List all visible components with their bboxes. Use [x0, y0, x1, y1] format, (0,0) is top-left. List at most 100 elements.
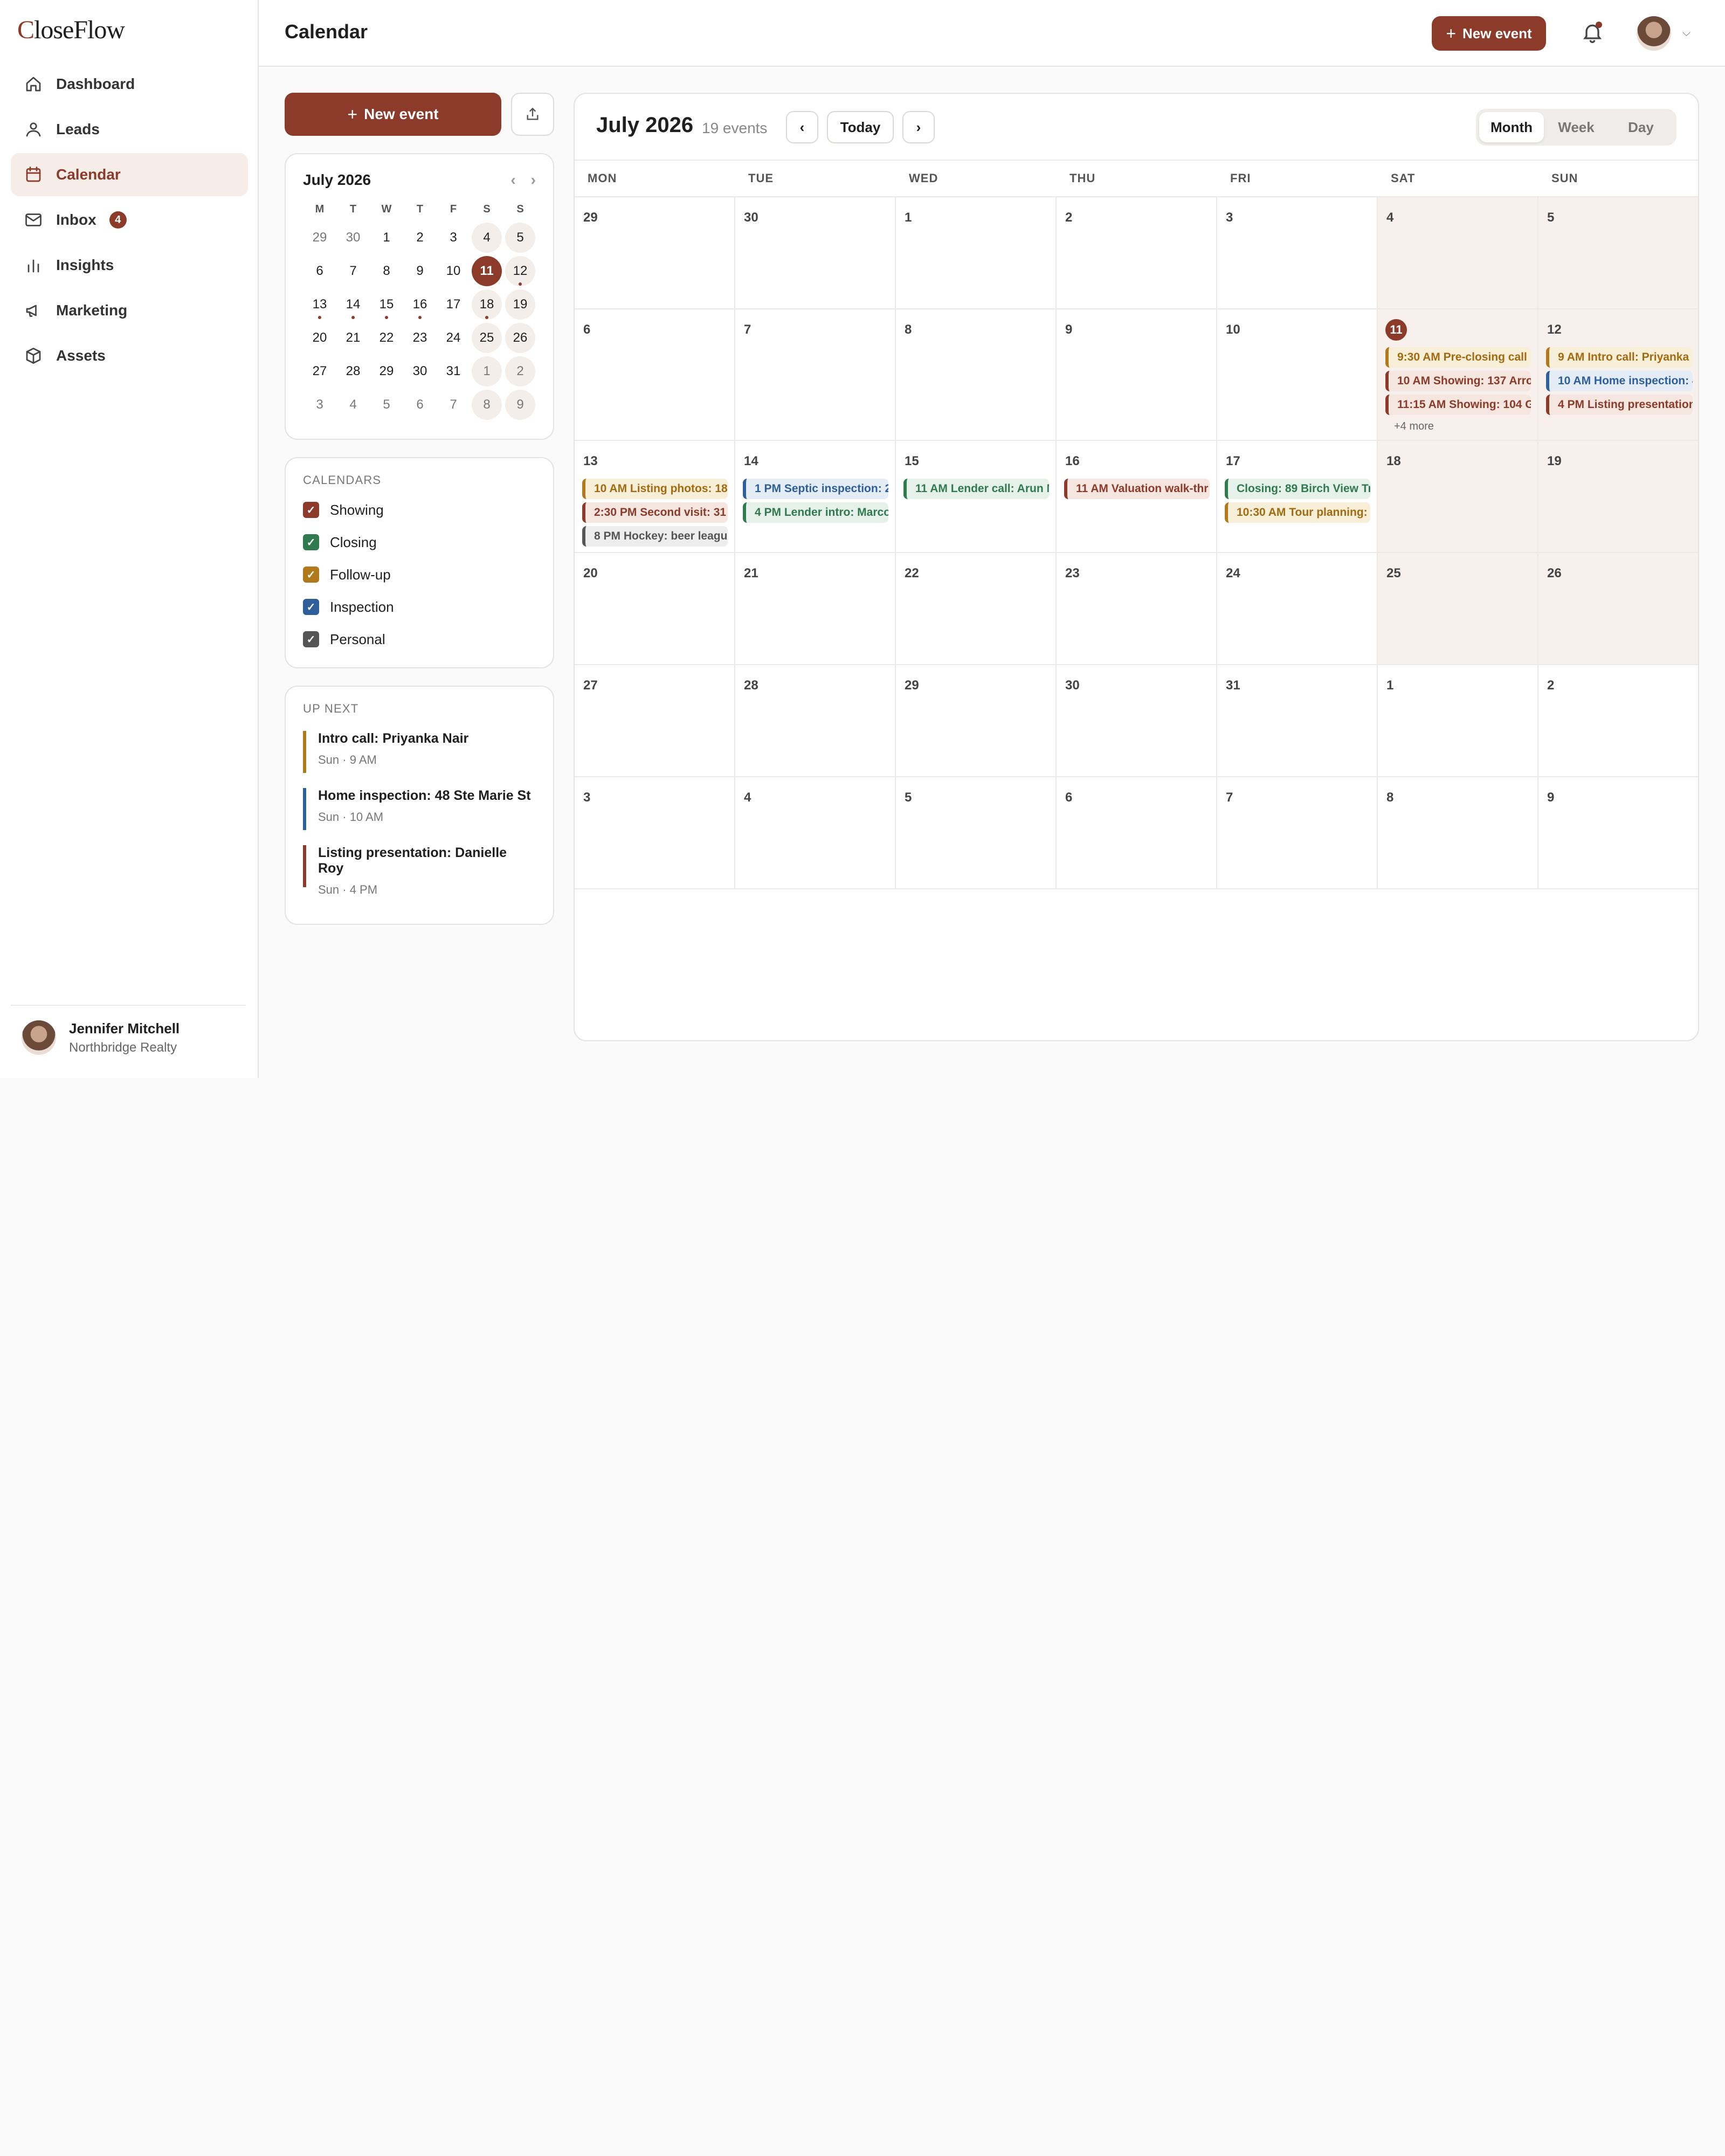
mini-day[interactable]: 7	[336, 254, 370, 288]
mini-day[interactable]: 14	[336, 288, 370, 321]
mini-day[interactable]: 30	[403, 355, 437, 388]
mini-day[interactable]: 11	[470, 254, 503, 288]
mini-day[interactable]: 22	[370, 321, 403, 355]
export-button[interactable]	[511, 93, 554, 136]
event-chip[interactable]: 11 AM Valuation walk-thr	[1064, 479, 1210, 499]
day-cell[interactable]: 24	[1217, 553, 1378, 665]
sidebar-item-dashboard[interactable]: Dashboard	[11, 63, 248, 106]
mini-day[interactable]: 29	[370, 355, 403, 388]
mini-day[interactable]: 20	[303, 321, 336, 355]
mini-day[interactable]: 8	[370, 254, 403, 288]
up-next-item[interactable]: Listing presentation: Danielle Roy Sun · …	[303, 845, 536, 896]
new-event-button[interactable]: + New event	[1432, 16, 1546, 51]
day-cell[interactable]: 29	[896, 665, 1057, 777]
checkbox-checked-icon[interactable]: ✓	[303, 566, 319, 583]
event-chip[interactable]: 4 PM Listing presentation: Danielle Roy	[1546, 395, 1693, 415]
mini-day[interactable]: 27	[303, 355, 336, 388]
mini-day[interactable]: 4	[336, 388, 370, 421]
sidebar-item-marketing[interactable]: Marketing	[11, 289, 248, 332]
day-cell[interactable]: 2	[1538, 665, 1698, 777]
mini-day[interactable]: 31	[437, 355, 470, 388]
day-cell[interactable]: 22	[896, 553, 1057, 665]
next-month-button[interactable]: ›	[902, 111, 935, 143]
mini-day[interactable]: 28	[336, 355, 370, 388]
checkbox-checked-icon[interactable]: ✓	[303, 599, 319, 615]
mini-day[interactable]: 13	[303, 288, 336, 321]
mini-day[interactable]: 7	[437, 388, 470, 421]
mini-day[interactable]: 26	[503, 321, 537, 355]
event-chip[interactable]: 9 AM Intro call: Priyanka Nair	[1546, 347, 1693, 368]
mini-day[interactable]: 24	[437, 321, 470, 355]
event-chip[interactable]: 8 PM Hockey: beer league	[582, 526, 728, 547]
calendar-filter-inspection[interactable]: ✓ Inspection	[303, 591, 536, 623]
day-cell[interactable]: 12 9 AM Intro call: Priyanka Nair 10 AM Ho…	[1538, 309, 1698, 441]
day-cell[interactable]: 11 9:30 AM Pre-closing call 10 AM Showing:…	[1378, 309, 1538, 441]
event-chip[interactable]: 4 PM Lender intro: Marco	[743, 502, 888, 523]
day-cell[interactable]: 6	[1057, 777, 1217, 889]
mini-day[interactable]: 2	[403, 221, 437, 254]
calendar-filter-personal[interactable]: ✓ Personal	[303, 623, 536, 655]
day-cell[interactable]: 16 11 AM Valuation walk-thr	[1057, 441, 1217, 553]
mini-day[interactable]: 8	[470, 388, 503, 421]
sidebar-item-leads[interactable]: Leads	[11, 108, 248, 151]
day-cell[interactable]: 5	[896, 777, 1057, 889]
day-cell[interactable]: 3	[1217, 197, 1378, 309]
day-cell[interactable]: 18	[1378, 441, 1538, 553]
mini-day[interactable]: 15	[370, 288, 403, 321]
mini-day[interactable]: 21	[336, 321, 370, 355]
day-cell[interactable]: 1	[896, 197, 1057, 309]
mini-day[interactable]: 4	[470, 221, 503, 254]
mini-day[interactable]: 17	[437, 288, 470, 321]
calendar-filter-showing[interactable]: ✓ Showing	[303, 494, 536, 526]
day-cell[interactable]: 5	[1538, 197, 1698, 309]
day-cell[interactable]: 6	[575, 309, 735, 441]
day-cell[interactable]: 14 1 PM Septic inspection: 2 4 PM Lender i…	[735, 441, 896, 553]
event-chip[interactable]: 10:30 AM Tour planning:	[1225, 502, 1370, 523]
avatar[interactable]	[1637, 16, 1671, 51]
mini-day[interactable]: 18	[470, 288, 503, 321]
chevron-left-icon[interactable]: ‹	[510, 171, 515, 188]
day-cell[interactable]: 29	[575, 197, 735, 309]
day-cell[interactable]: 7	[735, 309, 896, 441]
mini-day[interactable]: 6	[403, 388, 437, 421]
day-cell[interactable]: 2	[1057, 197, 1217, 309]
user-profile[interactable]: Jennifer Mitchell Northbridge Realty	[11, 1005, 246, 1069]
new-event-large-button[interactable]: + New event	[285, 93, 501, 136]
up-next-item[interactable]: Intro call: Priyanka Nair Sun · 9 AM	[303, 731, 536, 773]
event-chip[interactable]: 9:30 AM Pre-closing call	[1385, 347, 1531, 368]
mini-day[interactable]: 5	[370, 388, 403, 421]
day-cell[interactable]: 4	[735, 777, 896, 889]
event-chip[interactable]: 2:30 PM Second visit: 31	[582, 502, 728, 523]
day-cell[interactable]: 26	[1538, 553, 1698, 665]
up-next-item[interactable]: Home inspection: 48 Ste Marie St Sun · 10…	[303, 788, 536, 830]
today-button[interactable]: Today	[827, 111, 894, 143]
mini-day[interactable]: 6	[303, 254, 336, 288]
mini-day[interactable]: 25	[470, 321, 503, 355]
checkbox-checked-icon[interactable]: ✓	[303, 534, 319, 550]
mini-day[interactable]: 16	[403, 288, 437, 321]
mini-day[interactable]: 29	[303, 221, 336, 254]
day-cell[interactable]: 15 11 AM Lender call: Arun M	[896, 441, 1057, 553]
mini-day[interactable]: 2	[503, 355, 537, 388]
logo[interactable]: CloseFlow	[17, 15, 125, 45]
day-cell[interactable]: 8	[1378, 777, 1538, 889]
checkbox-checked-icon[interactable]: ✓	[303, 631, 319, 647]
day-cell[interactable]: 10	[1217, 309, 1378, 441]
view-month-tab[interactable]: Month	[1479, 112, 1544, 142]
calendar-filter-closing[interactable]: ✓ Closing	[303, 526, 536, 558]
checkbox-checked-icon[interactable]: ✓	[303, 502, 319, 518]
day-cell[interactable]: 17 Closing: 89 Birch View Tr 10:30 AM Tour…	[1217, 441, 1378, 553]
mini-day[interactable]: 9	[403, 254, 437, 288]
day-cell[interactable]: 28	[735, 665, 896, 777]
prev-month-button[interactable]: ‹	[786, 111, 818, 143]
day-cell[interactable]: 3	[575, 777, 735, 889]
day-cell[interactable]: 30	[1057, 665, 1217, 777]
day-cell[interactable]: 1	[1378, 665, 1538, 777]
mini-day[interactable]: 1	[470, 355, 503, 388]
chevron-right-icon[interactable]: ›	[531, 171, 536, 188]
day-cell[interactable]: 20	[575, 553, 735, 665]
view-week-tab[interactable]: Week	[1544, 112, 1609, 142]
day-cell[interactable]: 31	[1217, 665, 1378, 777]
mini-day[interactable]: 12	[503, 254, 537, 288]
mini-day[interactable]: 1	[370, 221, 403, 254]
